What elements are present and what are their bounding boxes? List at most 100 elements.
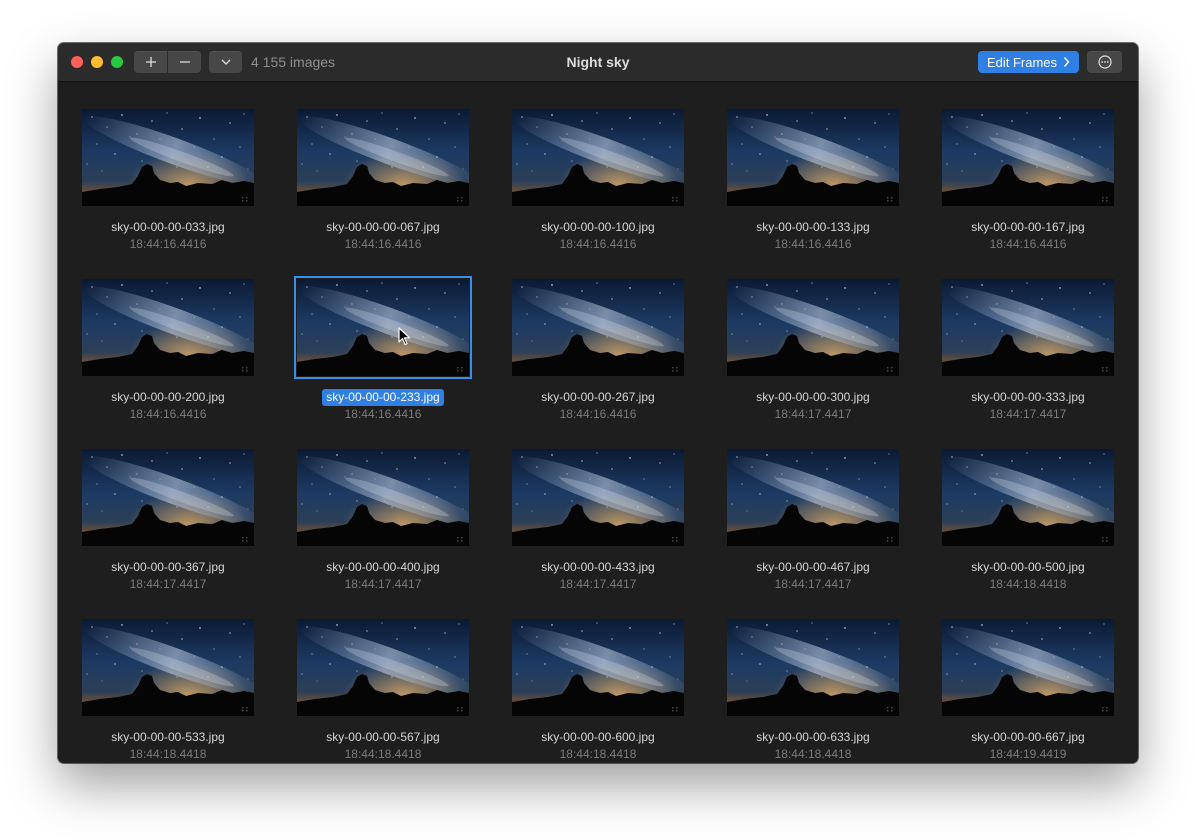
title-bar: 4 155 images Night sky Edit Frames: [58, 43, 1138, 82]
image-timestamp: 18:44:18.4418: [344, 747, 422, 761]
image-filename[interactable]: sky-00-00-00-167.jpg: [967, 219, 1088, 236]
image-filename[interactable]: sky-00-00-00-133.jpg: [752, 219, 873, 236]
image-item[interactable]: sky-00-00-00-267.jpg 18:44:16.4416: [498, 279, 698, 439]
image-filename[interactable]: sky-00-00-00-400.jpg: [322, 559, 443, 576]
image-item[interactable]: sky-00-00-00-533.jpg 18:44:18.4418: [68, 619, 268, 763]
chevron-down-icon: [221, 59, 230, 65]
image-item[interactable]: sky-00-00-00-300.jpg 18:44:17.4417: [713, 279, 913, 439]
image-filename[interactable]: sky-00-00-00-333.jpg: [967, 389, 1088, 406]
image-filename[interactable]: sky-00-00-00-100.jpg: [537, 219, 658, 236]
image-thumbnail[interactable]: [512, 279, 684, 376]
image-grid[interactable]: sky-00-00-00-033.jpg 18:44:16.4416 sky-00-…: [58, 82, 1138, 763]
image-timestamp: 18:44:16.4416: [559, 407, 637, 421]
edit-frames-button[interactable]: Edit Frames: [978, 51, 1079, 73]
image-thumbnail[interactable]: [727, 109, 899, 206]
image-item[interactable]: sky-00-00-00-133.jpg 18:44:16.4416: [713, 109, 913, 269]
image-item[interactable]: sky-00-00-00-567.jpg 18:44:18.4418: [283, 619, 483, 763]
add-button[interactable]: [134, 51, 167, 73]
image-item[interactable]: sky-00-00-00-167.jpg 18:44:16.4416: [928, 109, 1128, 269]
zoom-window-button[interactable]: [111, 56, 123, 68]
close-window-button[interactable]: [71, 56, 83, 68]
image-item[interactable]: sky-00-00-00-433.jpg 18:44:17.4417: [498, 449, 698, 609]
image-count: 4 155 images: [251, 54, 336, 70]
image-filename[interactable]: sky-00-00-00-267.jpg: [537, 389, 658, 406]
night-sky-thumbnail: [512, 619, 684, 716]
image-timestamp: 18:44:19.4419: [989, 747, 1067, 761]
image-thumbnail[interactable]: [727, 279, 899, 376]
image-timestamp: 18:44:16.4416: [774, 237, 852, 251]
image-filename[interactable]: sky-00-00-00-200.jpg: [107, 389, 228, 406]
image-thumbnail[interactable]: [512, 619, 684, 716]
remove-button[interactable]: [168, 51, 201, 73]
image-item[interactable]: sky-00-00-00-467.jpg 18:44:17.4417: [713, 449, 913, 609]
image-item[interactable]: sky-00-00-00-033.jpg 18:44:16.4416: [68, 109, 268, 269]
image-item[interactable]: sky-00-00-00-500.jpg 18:44:18.4418: [928, 449, 1128, 609]
image-filename[interactable]: sky-00-00-00-233.jpg: [322, 389, 444, 406]
image-filename[interactable]: sky-00-00-00-567.jpg: [322, 729, 443, 746]
night-sky-thumbnail: [942, 619, 1114, 716]
night-sky-thumbnail: [512, 109, 684, 206]
image-thumbnail[interactable]: [82, 279, 254, 376]
image-thumbnail[interactable]: [942, 449, 1114, 546]
image-thumbnail[interactable]: [82, 619, 254, 716]
image-item[interactable]: sky-00-00-00-400.jpg 18:44:17.4417: [283, 449, 483, 609]
image-thumbnail[interactable]: [942, 109, 1114, 206]
image-item[interactable]: sky-00-00-00-100.jpg 18:44:16.4416: [498, 109, 698, 269]
image-item[interactable]: sky-00-00-00-067.jpg 18:44:16.4416: [283, 109, 483, 269]
night-sky-thumbnail: [297, 619, 469, 716]
night-sky-thumbnail: [512, 279, 684, 376]
image-item[interactable]: sky-00-00-00-200.jpg 18:44:16.4416: [68, 279, 268, 439]
image-filename[interactable]: sky-00-00-00-367.jpg: [107, 559, 228, 576]
ellipsis-circle-icon: [1097, 55, 1112, 69]
image-timestamp: 18:44:16.4416: [344, 237, 422, 251]
image-filename[interactable]: sky-00-00-00-500.jpg: [967, 559, 1088, 576]
image-filename[interactable]: sky-00-00-00-600.jpg: [537, 729, 658, 746]
image-thumbnail[interactable]: [297, 619, 469, 716]
image-thumbnail[interactable]: [297, 449, 469, 546]
image-timestamp: 18:44:16.4416: [344, 407, 422, 421]
image-timestamp: 18:44:17.4417: [344, 577, 422, 591]
image-thumbnail[interactable]: [297, 109, 469, 206]
image-item[interactable]: sky-00-00-00-667.jpg 18:44:19.4419: [928, 619, 1128, 763]
image-filename[interactable]: sky-00-00-00-067.jpg: [322, 219, 443, 236]
image-filename[interactable]: sky-00-00-00-300.jpg: [752, 389, 873, 406]
image-thumbnail[interactable]: [82, 109, 254, 206]
image-item[interactable]: sky-00-00-00-367.jpg 18:44:17.4417: [68, 449, 268, 609]
image-filename[interactable]: sky-00-00-00-667.jpg: [967, 729, 1088, 746]
image-filename[interactable]: sky-00-00-00-433.jpg: [537, 559, 658, 576]
mouse-cursor-icon: [398, 327, 411, 346]
night-sky-thumbnail: [942, 279, 1114, 376]
image-filename[interactable]: sky-00-00-00-033.jpg: [107, 219, 228, 236]
night-sky-thumbnail: [297, 449, 469, 546]
image-timestamp: 18:44:17.4417: [559, 577, 637, 591]
night-sky-thumbnail: [727, 109, 899, 206]
image-thumbnail[interactable]: [512, 449, 684, 546]
minus-icon: [179, 61, 190, 63]
image-filename[interactable]: sky-00-00-00-533.jpg: [107, 729, 228, 746]
night-sky-thumbnail: [297, 279, 469, 376]
night-sky-thumbnail: [727, 279, 899, 376]
image-thumbnail[interactable]: [294, 276, 472, 379]
image-thumbnail[interactable]: [942, 279, 1114, 376]
night-sky-thumbnail: [727, 449, 899, 546]
image-filename[interactable]: sky-00-00-00-467.jpg: [752, 559, 873, 576]
image-thumbnail[interactable]: [727, 449, 899, 546]
night-sky-thumbnail: [82, 449, 254, 546]
minimize-window-button[interactable]: [91, 56, 103, 68]
image-timestamp: 18:44:16.4416: [129, 237, 207, 251]
view-options-dropdown[interactable]: [209, 51, 242, 73]
image-thumbnail[interactable]: [512, 109, 684, 206]
more-options-button[interactable]: [1087, 51, 1122, 73]
image-item[interactable]: sky-00-00-00-233.jpg 18:44:16.4416: [283, 276, 483, 439]
image-item[interactable]: sky-00-00-00-633.jpg 18:44:18.4418: [713, 619, 913, 763]
image-filename[interactable]: sky-00-00-00-633.jpg: [752, 729, 873, 746]
night-sky-thumbnail: [297, 109, 469, 206]
image-thumbnail[interactable]: [727, 619, 899, 716]
plus-icon: [145, 57, 156, 67]
image-thumbnail[interactable]: [82, 449, 254, 546]
image-thumbnail[interactable]: [942, 619, 1114, 716]
image-item[interactable]: sky-00-00-00-600.jpg 18:44:18.4418: [498, 619, 698, 763]
image-timestamp: 18:44:16.4416: [559, 237, 637, 251]
image-timestamp: 18:44:16.4416: [989, 237, 1067, 251]
image-item[interactable]: sky-00-00-00-333.jpg 18:44:17.4417: [928, 279, 1128, 439]
